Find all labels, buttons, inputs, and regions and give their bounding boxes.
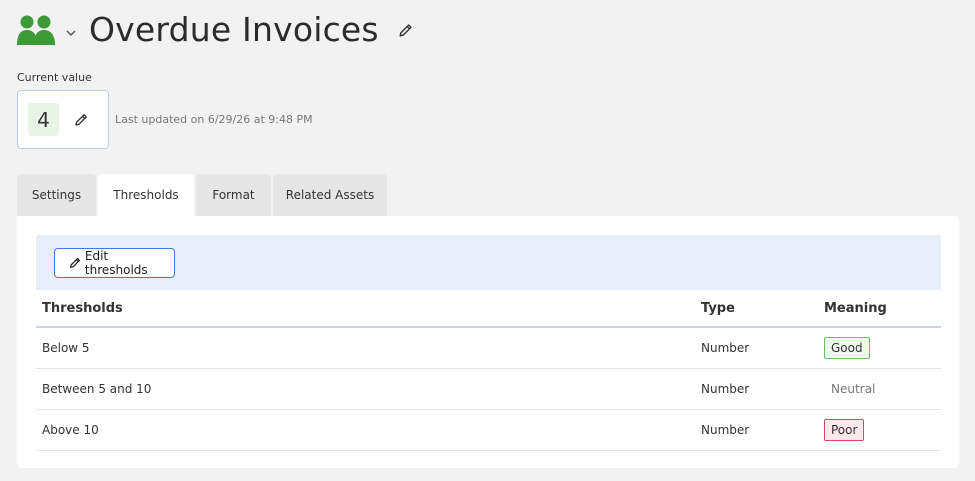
threshold-cell: Between 5 and 10 (42, 382, 152, 396)
current-value-card: 4 (17, 90, 109, 149)
meaning-badge-poor: Poor (824, 419, 865, 441)
thresholds-table: Thresholds Type Meaning Below 5 Number G… (36, 290, 941, 451)
meaning-cell: Good (824, 328, 870, 368)
table-header: Thresholds Type Meaning (36, 290, 941, 328)
table-row[interactable]: Above 10 Number Poor (36, 410, 941, 451)
meaning-badge-neutral: Neutral (831, 382, 876, 396)
threshold-cell: Below 5 (42, 341, 90, 355)
type-cell: Number (701, 382, 750, 396)
column-header-meaning[interactable]: Meaning (824, 290, 887, 326)
tab-thresholds[interactable]: Thresholds (98, 174, 194, 216)
page-header: Overdue Invoices (16, 8, 414, 52)
page-title: Overdue Invoices (89, 10, 379, 49)
current-value: 4 (28, 103, 59, 136)
edit-thresholds-button[interactable]: Edit thresholds (54, 248, 175, 278)
tab-settings[interactable]: Settings (17, 174, 96, 216)
people-group-icon[interactable] (16, 14, 56, 46)
last-updated-text: Last updated on 6/29/26 at 9:48 PM (115, 113, 313, 126)
table-row[interactable]: Below 5 Number Good (36, 328, 941, 369)
tab-bar: Settings Thresholds Format Related Asset… (17, 174, 389, 216)
chevron-down-icon[interactable] (65, 24, 77, 36)
meaning-cell: Neutral (824, 369, 882, 409)
edit-thresholds-label: Edit thresholds (84, 249, 148, 277)
pencil-icon (69, 257, 81, 268)
edit-value-pencil-icon[interactable] (73, 112, 89, 128)
edit-title-pencil-icon[interactable] (397, 22, 414, 39)
column-header-type[interactable]: Type (701, 290, 735, 326)
threshold-cell: Above 10 (42, 423, 99, 437)
type-cell: Number (701, 423, 750, 437)
column-header-thresholds[interactable]: Thresholds (42, 290, 123, 326)
thresholds-panel: Edit thresholds Thresholds Type Meaning … (17, 216, 959, 468)
type-cell: Number (701, 341, 750, 355)
thresholds-toolbar: Edit thresholds (36, 235, 941, 290)
current-value-label: Current value (17, 71, 92, 84)
meaning-badge-good: Good (824, 337, 870, 359)
table-row[interactable]: Between 5 and 10 Number Neutral (36, 369, 941, 410)
meaning-cell: Poor (824, 410, 865, 450)
tab-format[interactable]: Format (196, 174, 271, 216)
tab-related-assets[interactable]: Related Assets (273, 174, 387, 216)
